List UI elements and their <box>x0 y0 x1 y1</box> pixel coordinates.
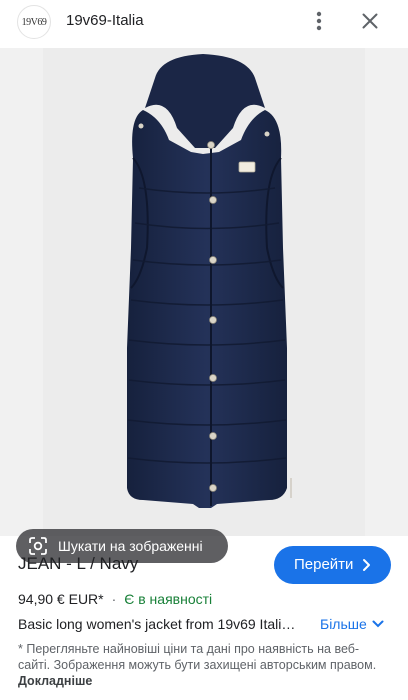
site-logo[interactable]: 19V69 <box>17 5 51 39</box>
disclaimer-text: * Перегляньте найновіші ціни та дані про… <box>18 642 377 672</box>
product-description: Basic long women's jacket from 19v69 Ita… <box>18 616 296 632</box>
separator: · <box>111 591 117 607</box>
more-button[interactable]: Більше <box>320 616 384 632</box>
chevron-right-icon <box>363 559 370 571</box>
chevron-down-icon <box>372 620 384 628</box>
product-photo <box>43 48 365 536</box>
top-bar: 19V69 19v69-Italia <box>0 0 408 44</box>
vest-image <box>127 54 292 508</box>
close-icon <box>362 13 378 29</box>
price: 94,90 € EUR* <box>18 591 104 607</box>
price-row: 94,90 € EUR* · Є в наявності <box>18 591 212 607</box>
image-preview-area[interactable]: Шукати на зображенні <box>0 48 408 563</box>
more-vert-icon <box>316 11 322 31</box>
close-button[interactable] <box>356 8 384 34</box>
goto-button[interactable]: Перейти <box>274 546 391 584</box>
site-logo-text: 19V69 <box>21 16 47 28</box>
lens-icon <box>29 537 47 555</box>
goto-label: Перейти <box>294 556 354 573</box>
product-title: JEAN - L / Navy <box>18 554 139 573</box>
disclaimer: * Перегляньте найновіші ціни та дані про… <box>18 641 378 689</box>
search-image-label: Шукати на зображенні <box>58 538 203 554</box>
more-options-button[interactable] <box>306 8 332 34</box>
stock-status: Є в наявності <box>124 591 213 607</box>
site-name[interactable]: 19v69-Italia <box>66 12 144 29</box>
learn-more-link[interactable]: Докладніше <box>18 674 92 688</box>
more-label: Більше <box>320 616 367 632</box>
